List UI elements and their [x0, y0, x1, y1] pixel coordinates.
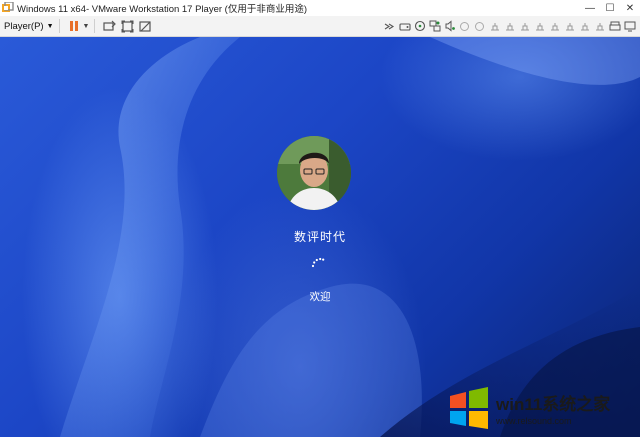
- usb-device-icon[interactable]: [488, 19, 501, 33]
- usb-device-icon[interactable]: [563, 19, 576, 33]
- window-title: Windows 11 x64- VMware Workstation 17 Pl…: [17, 4, 308, 15]
- toolbar-divider: [58, 19, 60, 33]
- cd-dvd-icon[interactable]: [413, 19, 426, 33]
- user-photo: [277, 136, 351, 210]
- player-menu-label: Player(P): [4, 20, 44, 32]
- toolbar-divider: [94, 19, 96, 33]
- printer-icon[interactable]: [608, 19, 621, 33]
- usb-device-icon[interactable]: [533, 19, 546, 33]
- send-ctrl-alt-del-icon[interactable]: [102, 19, 116, 33]
- pause-icon[interactable]: [67, 19, 81, 33]
- watermark-title: win11系统之家: [496, 395, 611, 414]
- unity-icon[interactable]: [138, 19, 152, 33]
- minimize-button[interactable]: —: [580, 0, 600, 16]
- close-button[interactable]: ✕: [620, 0, 640, 16]
- network-icon[interactable]: [428, 19, 441, 33]
- windows-logo-icon: [450, 387, 488, 429]
- usb-device-icon[interactable]: [548, 19, 561, 33]
- usb-device-icon[interactable]: [518, 19, 531, 33]
- usb-device-icon[interactable]: [578, 19, 591, 33]
- watermark-url: www.relsound.com: [496, 416, 572, 426]
- audio-icon[interactable]: [443, 19, 456, 33]
- usb-device-icon[interactable]: [503, 19, 516, 33]
- vm-guest-screen[interactable]: 数评时代 欢迎 win11系统之家 www.relsound.com: [0, 37, 640, 437]
- player-menu[interactable]: Player(P) ▼: [4, 21, 54, 32]
- site-watermark: win11系统之家 www.relsound.com: [446, 383, 636, 433]
- title-bar: Windows 11 x64- VMware Workstation 17 Pl…: [0, 0, 640, 16]
- usb-icon[interactable]: [458, 19, 471, 33]
- vm-toolbar: Player(P) ▼ ▼: [0, 16, 640, 37]
- maximize-button[interactable]: ☐: [600, 0, 620, 16]
- loading-spinner-icon: [311, 257, 325, 268]
- fit-guest-icon[interactable]: [120, 19, 134, 33]
- pause-dropdown-icon[interactable]: ▼: [83, 23, 90, 30]
- user-avatar: [277, 136, 351, 210]
- chevron-down-icon: ▼: [46, 22, 54, 30]
- vmware-logo-icon: [2, 2, 14, 12]
- user-name: 数评时代: [293, 230, 346, 244]
- usb-icon[interactable]: [473, 19, 486, 33]
- device-icons: [383, 19, 636, 33]
- expand-icon[interactable]: [383, 19, 396, 33]
- usb-device-icon[interactable]: [593, 19, 606, 33]
- welcome-status: 欢迎: [309, 291, 331, 303]
- display-icon[interactable]: [623, 19, 636, 33]
- hard-disk-icon[interactable]: [398, 19, 411, 33]
